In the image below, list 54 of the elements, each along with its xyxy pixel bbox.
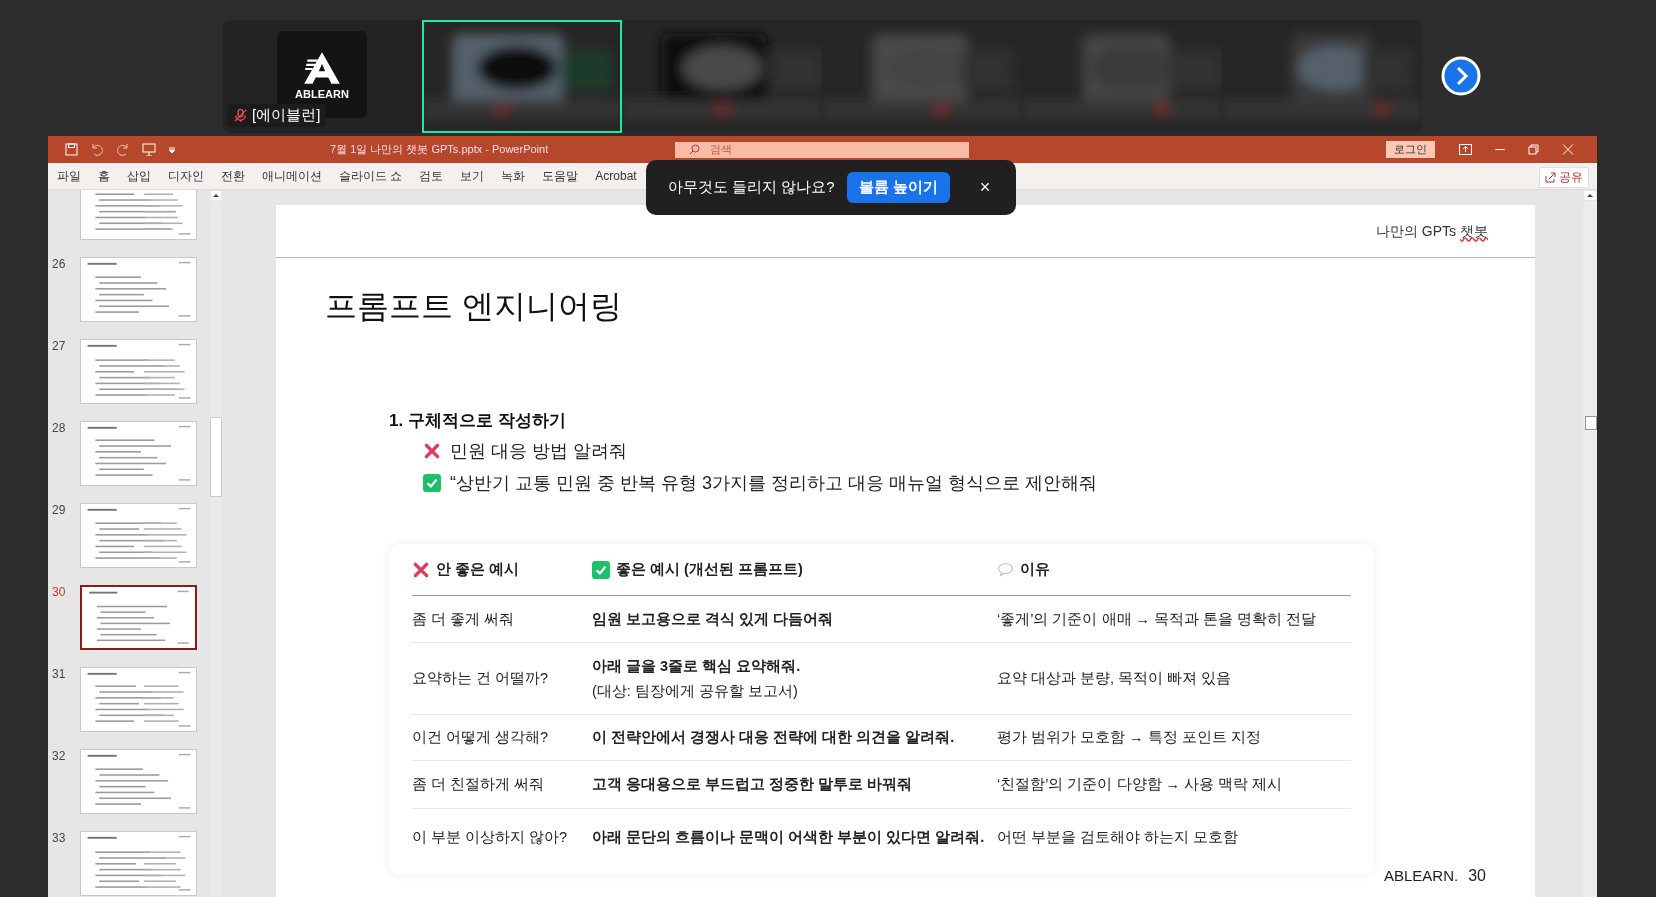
ribbon-tab[interactable]: 녹화 bbox=[501, 167, 526, 185]
table-cell-text: 고객 응대용으로 부드럽고 정중한 말투로 바꿔줘 bbox=[592, 775, 914, 794]
table-cell-text: 평가 범위가 모호함 → 특정 포인트 지정 bbox=[997, 728, 1262, 747]
slide-number: 29 bbox=[52, 503, 66, 517]
participant-name: [에이블런] bbox=[252, 106, 321, 125]
table-cell-text: 임원 보고용으로 격식 있게 다듬어줘 bbox=[592, 609, 835, 629]
slide-number: 33 bbox=[52, 831, 66, 845]
close-button[interactable]: × bbox=[973, 176, 997, 199]
table-cell-text: 아래 글을 3줄로 핵심 요약해줘. bbox=[592, 656, 802, 676]
ribbon-tab[interactable]: 도움말 bbox=[542, 167, 579, 185]
slide-number: 32 bbox=[52, 749, 66, 763]
table-cell-text: 이건 어떻게 생각해? bbox=[412, 728, 550, 747]
ribbon-tab[interactable]: 디자인 bbox=[168, 167, 204, 185]
slide-title: 프롬프트 엔지니어링 bbox=[325, 287, 622, 326]
bullet-text: 민원 대응 방법 알려줘 bbox=[450, 440, 627, 463]
login-button[interactable]: 로그인 bbox=[1386, 141, 1435, 158]
table-cell-text: 좀 더 좋게 써줘 bbox=[412, 609, 516, 629]
table-cell-text: 아래 문단의 흐름이나 문맥이 어색한 부분이 있다면 알려줘. bbox=[592, 827, 986, 847]
table-cell-text: 이 전략안에서 경쟁사 대응 전략에 대한 의견을 알려줘. bbox=[592, 728, 956, 747]
table-cell-text: 요약 대상과 분량, 목적이 빠져 있음 bbox=[997, 669, 1233, 688]
table-cell-text: 요약하는 건 어떨까? bbox=[412, 669, 550, 688]
share-button[interactable]: 공유 bbox=[1539, 167, 1589, 188]
toast-message: 아무것도 들리지 않나요? bbox=[668, 178, 835, 197]
section-heading: 1. 구체적으로 작성하기 bbox=[389, 410, 566, 432]
ribbon-tab[interactable]: 홈 bbox=[98, 167, 110, 185]
ribbon-tab[interactable]: 삽입 bbox=[127, 167, 151, 185]
column-header: 이유 bbox=[1020, 560, 1050, 579]
table-cell-text: 이 부분 이상하지 않아? bbox=[412, 827, 569, 847]
ribbon-tab[interactable]: 파일 bbox=[57, 167, 81, 185]
slide-header: 나만의 GPTs 챗봇 bbox=[1376, 223, 1488, 241]
slide-number: 30 bbox=[52, 585, 66, 599]
table-cell-text: 좀 더 친절하게 써줘 bbox=[412, 775, 546, 794]
table-cell-text: ‘친절함’의 기준이 다양함 → 사용 맥락 제시 bbox=[997, 775, 1284, 794]
column-header: 좋은 예시 (개선된 프롬프트) bbox=[616, 560, 803, 579]
ribbon-tab[interactable]: 애니메이션 bbox=[262, 167, 322, 185]
window-title: 7월 1일 나만의 챗봇 GPTs.pptx - PowerPoint bbox=[330, 142, 550, 157]
ribbon-tab[interactable]: Acrobat bbox=[595, 169, 637, 183]
logo-text: ABLEARN bbox=[295, 87, 349, 100]
slide-number: 31 bbox=[52, 667, 66, 681]
footer-brand: ABLEARN. bbox=[1384, 867, 1459, 885]
ribbon-tab[interactable]: 전환 bbox=[221, 167, 245, 185]
table-cell-text: ‘좋게’의 기준이 애매 → 목적과 톤을 명확히 전달 bbox=[997, 609, 1318, 629]
page-number: 30 bbox=[1468, 867, 1486, 885]
slide-number: 26 bbox=[52, 257, 66, 271]
column-header: 안 좋은 예시 bbox=[436, 560, 520, 579]
bullet-text: “상반기 교통 민원 중 반복 유형 3가지를 정리하고 대응 매뉴얼 형식으로 제안해줘 bbox=[450, 472, 1097, 495]
slide-number: 28 bbox=[52, 421, 66, 435]
ribbon-tab[interactable]: 슬라이드 쇼 bbox=[339, 167, 403, 185]
table-cell-text: 어떤 부분을 검토해야 하는지 모호함 bbox=[997, 827, 1240, 847]
slide-number: 27 bbox=[52, 339, 66, 353]
ribbon-tab[interactable]: 보기 bbox=[460, 167, 485, 185]
volume-up-button[interactable]: 볼륨 높이기 bbox=[846, 172, 950, 203]
table-cell-note: (대상: 팀장에게 공유할 보고서) bbox=[592, 681, 799, 701]
ribbon-tab[interactable]: 검토 bbox=[419, 167, 444, 185]
